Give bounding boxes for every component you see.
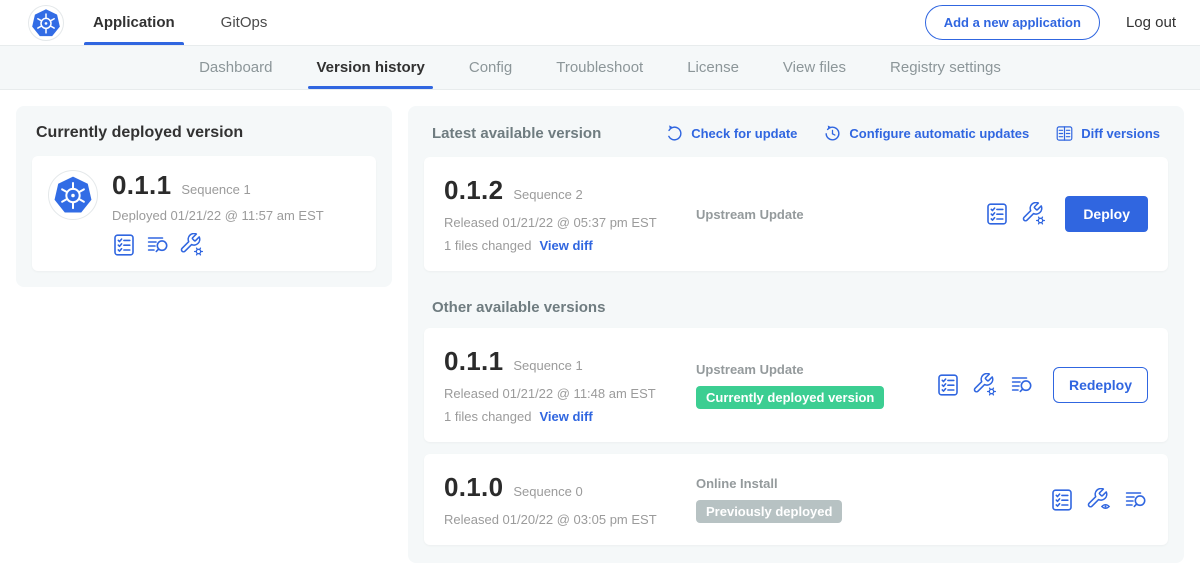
deployed-version-card: 0.1.1 Sequence 1 Deployed 01/21/22 @ 11:… xyxy=(32,156,376,271)
view-diff-link[interactable]: View diff xyxy=(539,238,592,253)
version-source: Upstream Update xyxy=(696,362,936,377)
version-source-col: Upstream Update xyxy=(696,207,985,222)
edit-config-icon[interactable] xyxy=(1022,202,1046,226)
version-source: Upstream Update xyxy=(696,207,985,222)
version-sequence: Sequence 2 xyxy=(513,187,582,202)
release-notes-icon[interactable] xyxy=(936,373,960,397)
header-tabs: Application GitOps xyxy=(90,0,270,45)
view-diff-link[interactable]: View diff xyxy=(539,409,592,424)
previously-deployed-badge: Previously deployed xyxy=(696,500,842,523)
released-timestamp: Released 01/21/22 @ 11:48 am EST xyxy=(444,386,696,401)
subnav-registry-settings-label: Registry settings xyxy=(890,59,1001,76)
version-sequence: Sequence 0 xyxy=(513,484,582,499)
deployed-sequence: Sequence 1 xyxy=(181,182,250,197)
released-timestamp: Released 01/21/22 @ 05:37 pm EST xyxy=(444,215,696,230)
subnav-dashboard-label: Dashboard xyxy=(199,59,272,76)
version-info: 0.1.2 Sequence 2 Released 01/21/22 @ 05:… xyxy=(444,175,696,253)
configure-automatic-updates-link[interactable]: Configure automatic updates xyxy=(823,124,1029,143)
main-content: Currently deployed version 0.1.1 Sequenc… xyxy=(0,90,1200,564)
subnav-view-files[interactable]: View files xyxy=(783,46,846,89)
currently-deployed-title: Currently deployed version xyxy=(36,124,376,142)
check-for-update-label: Check for update xyxy=(691,126,797,141)
version-source-col: Upstream Update Currently deployed versi… xyxy=(696,362,936,409)
subnav-config[interactable]: Config xyxy=(469,46,512,89)
version-row-0-1-2: 0.1.2 Sequence 2 Released 01/21/22 @ 05:… xyxy=(424,157,1168,271)
preflight-icon[interactable] xyxy=(1010,373,1034,397)
version-info: 0.1.1 Sequence 1 Released 01/21/22 @ 11:… xyxy=(444,346,696,424)
app-subnav: Dashboard Version history Config Trouble… xyxy=(0,46,1200,90)
view-config-icon[interactable] xyxy=(1087,488,1111,512)
edit-config-icon[interactable] xyxy=(180,233,204,257)
currently-deployed-badge: Currently deployed version xyxy=(696,386,884,409)
subnav-troubleshoot[interactable]: Troubleshoot xyxy=(556,46,643,89)
latest-available-title: Latest available version xyxy=(432,125,601,142)
redeploy-button[interactable]: Redeploy xyxy=(1053,367,1148,403)
deployed-version-number: 0.1.1 xyxy=(112,170,171,201)
subnav-dashboard[interactable]: Dashboard xyxy=(199,46,272,89)
edit-config-icon[interactable] xyxy=(973,373,997,397)
deployed-version-details: 0.1.1 Sequence 1 Deployed 01/21/22 @ 11:… xyxy=(112,170,324,257)
refresh-icon xyxy=(665,124,684,143)
version-actions xyxy=(1050,488,1148,512)
subnav-troubleshoot-label: Troubleshoot xyxy=(556,59,643,76)
subnav-version-history-label: Version history xyxy=(316,59,424,76)
version-info: 0.1.0 Sequence 0 Released 01/20/22 @ 03:… xyxy=(444,472,696,527)
release-notes-icon[interactable] xyxy=(985,202,1009,226)
preflight-icon[interactable] xyxy=(146,233,170,257)
version-number: 0.1.0 xyxy=(444,472,503,503)
tab-gitops[interactable]: GitOps xyxy=(218,0,271,45)
version-row-0-1-0: 0.1.0 Sequence 0 Released 01/20/22 @ 03:… xyxy=(424,454,1168,545)
check-for-update-link[interactable]: Check for update xyxy=(665,124,797,143)
deploy-button[interactable]: Deploy xyxy=(1065,196,1148,232)
preflight-icon[interactable] xyxy=(1124,488,1148,512)
logout-button[interactable]: Log out xyxy=(1126,14,1176,31)
add-application-button[interactable]: Add a new application xyxy=(925,5,1100,40)
panel-actions: Check for update Configure automatic upd… xyxy=(665,124,1160,143)
version-source-col: Online Install Previously deployed xyxy=(696,476,1050,523)
subnav-config-label: Config xyxy=(469,59,512,76)
version-history-panel: Latest available version Check for updat… xyxy=(408,106,1184,563)
release-notes-icon[interactable] xyxy=(112,233,136,257)
app-header: Application GitOps Add a new application… xyxy=(0,0,1200,46)
kubernetes-app-icon xyxy=(48,170,98,220)
tab-application[interactable]: Application xyxy=(90,0,178,45)
subnav-registry-settings[interactable]: Registry settings xyxy=(890,46,1001,89)
release-notes-icon[interactable] xyxy=(1050,488,1074,512)
diff-versions-label: Diff versions xyxy=(1081,126,1160,141)
files-changed: 1 files changed xyxy=(444,409,531,424)
version-source: Online Install xyxy=(696,476,1050,491)
subnav-view-files-label: View files xyxy=(783,59,846,76)
version-actions: Deploy xyxy=(985,196,1148,232)
subnav-version-history[interactable]: Version history xyxy=(316,46,424,89)
kubernetes-logo xyxy=(28,5,64,41)
diff-versions-link[interactable]: Diff versions xyxy=(1055,124,1160,143)
subnav-license[interactable]: License xyxy=(687,46,739,89)
version-number: 0.1.2 xyxy=(444,175,503,206)
other-versions-title: Other available versions xyxy=(432,299,1160,316)
configure-automatic-updates-label: Configure automatic updates xyxy=(849,126,1029,141)
version-number: 0.1.1 xyxy=(444,346,503,377)
version-actions: Redeploy xyxy=(936,367,1148,403)
currently-deployed-card: Currently deployed version 0.1.1 Sequenc… xyxy=(16,106,392,287)
released-timestamp: Released 01/20/22 @ 03:05 pm EST xyxy=(444,512,696,527)
version-row-0-1-1: 0.1.1 Sequence 1 Released 01/21/22 @ 11:… xyxy=(424,328,1168,442)
diff-icon xyxy=(1055,124,1074,143)
subnav-license-label: License xyxy=(687,59,739,76)
files-changed: 1 files changed xyxy=(444,238,531,253)
auto-update-icon xyxy=(823,124,842,143)
tab-application-label: Application xyxy=(93,14,175,31)
version-sequence: Sequence 1 xyxy=(513,358,582,373)
deployed-timestamp: Deployed 01/21/22 @ 11:57 am EST xyxy=(112,208,324,223)
tab-gitops-label: GitOps xyxy=(221,14,268,31)
